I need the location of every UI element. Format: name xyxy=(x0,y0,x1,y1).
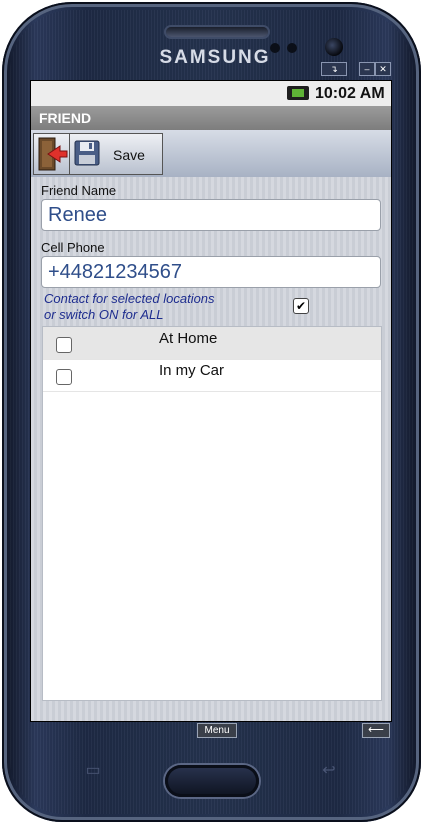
location-checkbox[interactable] xyxy=(56,369,72,385)
earpiece-speaker xyxy=(166,27,268,37)
floppy-disk-icon xyxy=(74,140,100,166)
status-bar: 10:02 AM xyxy=(31,81,391,107)
locations-note: Contact for selected locations or switch… xyxy=(44,291,215,323)
status-time: 10:02 AM xyxy=(315,85,385,102)
page-title: FRIEND xyxy=(39,110,92,126)
cell-phone-field[interactable]: +44821234567 xyxy=(41,256,381,288)
list-item[interactable]: At Home xyxy=(43,327,381,360)
menu-softkey-icon[interactable]: ▭ xyxy=(80,763,106,779)
home-button[interactable] xyxy=(165,765,259,797)
back-softkey-icon[interactable]: ↩ xyxy=(316,763,342,779)
front-camera xyxy=(325,38,343,56)
title-bar: FRIEND xyxy=(31,106,391,130)
all-locations-checkbox[interactable]: ✔ xyxy=(293,298,309,314)
locations-note-line1: Contact for selected locations xyxy=(44,291,215,306)
emulator-minimize-button[interactable]: – xyxy=(359,62,375,76)
locations-note-line2: or switch ON for ALL xyxy=(44,307,164,322)
locations-list: At Home In my Car xyxy=(42,326,382,701)
emulator-rotate-button[interactable]: ↴ xyxy=(321,62,347,76)
list-item[interactable]: In my Car xyxy=(43,359,381,392)
friend-name-field[interactable]: Renee xyxy=(41,199,381,231)
app-screen: 10:02 AM FRIEND Save Friend Name Renee C… xyxy=(30,80,392,722)
menu-button[interactable]: Menu xyxy=(197,723,237,738)
location-label: At Home xyxy=(159,330,218,347)
cell-phone-label: Cell Phone xyxy=(41,240,105,255)
back-arrow-button[interactable]: ⟵ xyxy=(362,723,390,738)
exit-door-icon xyxy=(38,137,68,171)
save-button[interactable]: Save xyxy=(69,133,163,175)
emulator-close-button[interactable]: ✕ xyxy=(375,62,391,76)
location-label: In my Car xyxy=(159,362,225,379)
exit-button[interactable] xyxy=(33,133,70,175)
form-content: Friend Name Renee Cell Phone +4482123456… xyxy=(31,177,391,721)
friend-name-label: Friend Name xyxy=(41,183,117,198)
light-sensor xyxy=(287,43,297,53)
toolbar: Save xyxy=(31,130,391,178)
brand-logo: SAMSUNG xyxy=(159,47,271,68)
battery-icon xyxy=(287,86,309,100)
save-button-label: Save xyxy=(113,147,145,163)
location-checkbox[interactable] xyxy=(56,337,72,353)
proximity-sensor xyxy=(270,43,280,53)
